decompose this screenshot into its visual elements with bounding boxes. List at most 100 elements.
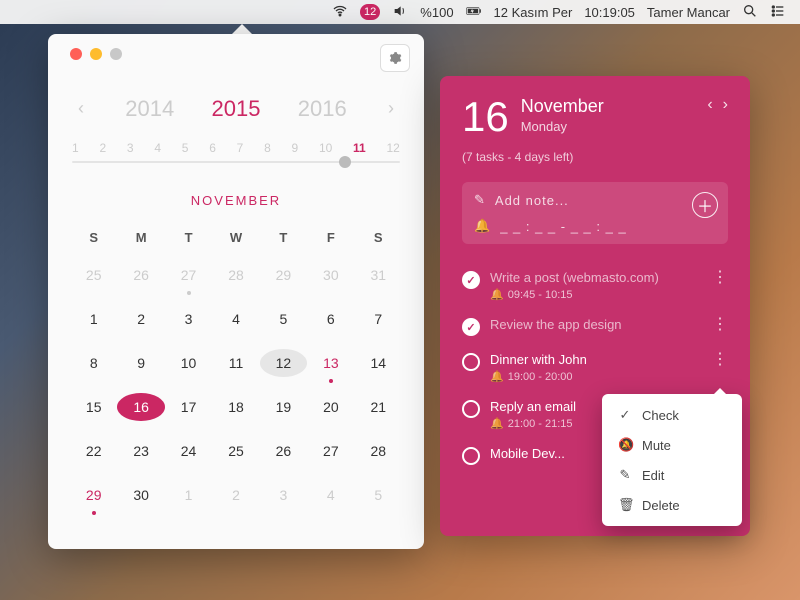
day-cell[interactable]: 27 [165, 261, 212, 289]
month-12[interactable]: 12 [386, 141, 399, 155]
day-cell[interactable]: 7 [355, 305, 402, 333]
menu-item-label: Delete [642, 498, 680, 513]
day-cell[interactable]: 10 [165, 349, 212, 377]
menu-item-mute[interactable]: 🔕Mute [602, 430, 742, 460]
month-slider-thumb[interactable] [339, 156, 351, 168]
month-11[interactable]: 11 [353, 141, 366, 155]
day-cell[interactable]: 24 [165, 437, 212, 465]
menu-item-edit[interactable]: ✎Edit [602, 460, 742, 490]
zoom-button[interactable] [110, 48, 122, 60]
day-cell[interactable]: 16 [117, 393, 164, 421]
month-1[interactable]: 1 [72, 141, 79, 155]
task-more-button[interactable]: ⋮ [712, 270, 728, 286]
year-next[interactable]: 2016 [298, 96, 347, 122]
task-checkbox[interactable] [462, 318, 480, 336]
month-8[interactable]: 8 [264, 141, 271, 155]
wifi-icon[interactable] [332, 3, 348, 22]
month-9[interactable]: 9 [292, 141, 299, 155]
volume-icon[interactable] [392, 3, 408, 22]
day-cell[interactable]: 28 [355, 437, 402, 465]
month-2[interactable]: 2 [99, 141, 106, 155]
day-cell[interactable]: 2 [212, 481, 259, 509]
macos-menubar: 12 %100 12 Kasım Per 10:19:05 Tamer Manc… [0, 0, 800, 24]
pencil-icon: ✎ [474, 192, 485, 208]
month-7[interactable]: 7 [237, 141, 244, 155]
day-cell[interactable]: 22 [70, 437, 117, 465]
settings-button[interactable] [380, 44, 410, 72]
add-time-input[interactable]: _ _ : _ _ - _ _ : _ _ [500, 219, 627, 234]
year-prev[interactable]: 2014 [125, 96, 174, 122]
task-checkbox[interactable] [462, 447, 480, 465]
day-cell[interactable]: 18 [212, 393, 259, 421]
day-cell[interactable]: 3 [260, 481, 307, 509]
battery-icon [466, 3, 482, 22]
day-cell[interactable]: 29 [70, 481, 117, 509]
day-cell[interactable]: 17 [165, 393, 212, 421]
menu-item-delete[interactable]: 🗑 Delete [602, 490, 742, 520]
day-cell[interactable]: 28 [212, 261, 259, 289]
day-cell[interactable]: 3 [165, 305, 212, 333]
menubar-user[interactable]: Tamer Mancar [647, 5, 730, 20]
day-cell[interactable]: 23 [117, 437, 164, 465]
day-cell[interactable]: 8 [70, 349, 117, 377]
month-6[interactable]: 6 [209, 141, 216, 155]
day-cell[interactable]: 19 [260, 393, 307, 421]
task-checkbox[interactable] [462, 271, 480, 289]
day-cell[interactable]: 6 [307, 305, 354, 333]
day-cell[interactable]: 25 [212, 437, 259, 465]
year-prev-button[interactable]: ‹ [74, 94, 88, 123]
close-button[interactable] [70, 48, 82, 60]
day-cell[interactable]: 4 [307, 481, 354, 509]
month-5[interactable]: 5 [182, 141, 189, 155]
day-cell[interactable]: 26 [260, 437, 307, 465]
day-cell[interactable]: 5 [260, 305, 307, 333]
day-cell[interactable]: 15 [70, 393, 117, 421]
day-cell[interactable]: 5 [355, 481, 402, 509]
day-cell[interactable]: 25 [70, 261, 117, 289]
task-more-button[interactable]: ⋮ [712, 352, 728, 368]
day-cell[interactable]: 9 [117, 349, 164, 377]
tasks-next-day[interactable]: › [723, 96, 728, 114]
tasks-subtitle: (7 tasks - 4 days left) [462, 150, 728, 164]
month-4[interactable]: 4 [154, 141, 161, 155]
task-more-button[interactable]: ⋮ [712, 317, 728, 333]
menu-item-check[interactable]: ✓Check [602, 400, 742, 430]
day-cell[interactable]: 1 [165, 481, 212, 509]
day-cell[interactable]: 13 [307, 349, 354, 377]
day-cell[interactable]: 14 [355, 349, 402, 377]
day-cell[interactable]: 21 [355, 393, 402, 421]
minimize-button[interactable] [90, 48, 102, 60]
spotlight-icon[interactable] [742, 3, 758, 22]
month-slider[interactable]: 123456789101112 [70, 141, 402, 163]
day-cell[interactable]: 2 [117, 305, 164, 333]
day-cell[interactable]: 29 [260, 261, 307, 289]
menubar-date[interactable]: 12 Kasım Per [494, 5, 573, 20]
list-icon[interactable] [770, 3, 786, 22]
month-3[interactable]: 3 [127, 141, 134, 155]
task-checkbox[interactable] [462, 353, 480, 371]
day-cell[interactable]: 20 [307, 393, 354, 421]
day-cell[interactable]: 1 [70, 305, 117, 333]
add-task-button[interactable]: ＋ [692, 192, 718, 218]
menu-arrow [714, 388, 726, 394]
menubar-time[interactable]: 10:19:05 [584, 5, 635, 20]
day-cell[interactable]: 4 [212, 305, 259, 333]
weekday-label: S [355, 230, 402, 245]
day-cell[interactable]: 11 [212, 349, 259, 377]
day-cell[interactable]: 30 [307, 261, 354, 289]
weekday-label: S [70, 230, 117, 245]
task-checkbox[interactable] [462, 400, 480, 418]
day-cell[interactable]: 27 [307, 437, 354, 465]
month-10[interactable]: 10 [319, 141, 332, 155]
year-current[interactable]: 2015 [212, 96, 261, 122]
notification-badge[interactable]: 12 [360, 4, 380, 20]
day-cell[interactable]: 26 [117, 261, 164, 289]
delete-icon: 🗑 [618, 497, 632, 513]
day-cell[interactable]: 30 [117, 481, 164, 509]
weekday-header: SMTWTFS [70, 230, 402, 245]
tasks-prev-day[interactable]: ‹ [707, 96, 712, 114]
year-next-button[interactable]: › [384, 94, 398, 123]
add-note-input[interactable]: Add note... [495, 193, 569, 208]
day-cell[interactable]: 31 [355, 261, 402, 289]
day-cell[interactable]: 12 [260, 349, 307, 377]
